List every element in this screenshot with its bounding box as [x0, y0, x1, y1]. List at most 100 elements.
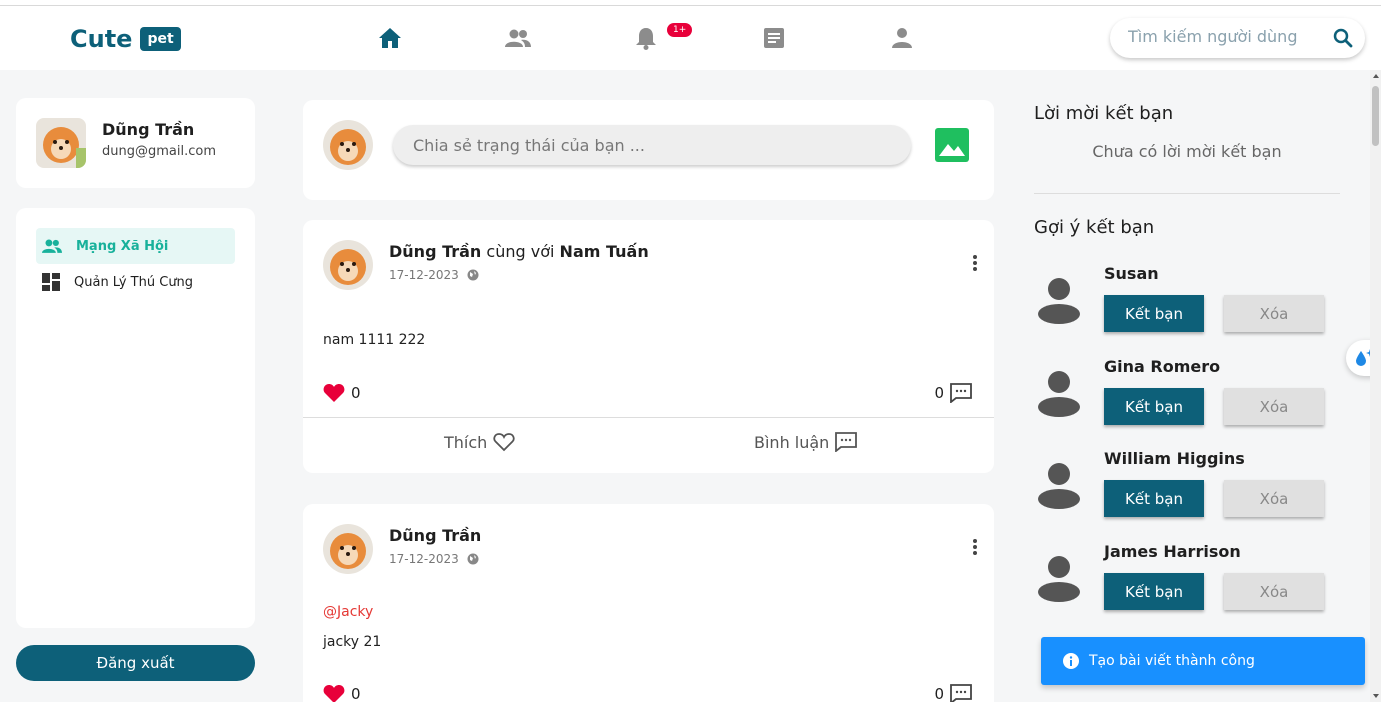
post-author[interactable]: Dũng Trần	[389, 526, 481, 545]
add-friend-button[interactable]: Kết bạn	[1104, 480, 1204, 517]
search-input[interactable]	[1128, 27, 1318, 46]
status-input[interactable]: Chia sẻ trạng thái của bạn ...	[393, 125, 911, 165]
remove-suggestion-button[interactable]: Xóa	[1224, 573, 1324, 610]
post-mention[interactable]: @Jacky	[323, 604, 373, 620]
post-date: 17-12-2023	[389, 552, 479, 566]
logo-badge: pet	[140, 27, 181, 51]
logout-button[interactable]: Đăng xuất	[16, 645, 255, 681]
sidebar-item-pet-management[interactable]: Quản Lý Thú Cưng	[36, 264, 235, 300]
nav-home-icon[interactable]	[377, 25, 403, 51]
remove-suggestion-button[interactable]: Xóa	[1224, 388, 1324, 425]
friend-requests-title: Lời mời kết bạn	[1034, 103, 1174, 124]
comment-button[interactable]: Bình luận	[754, 432, 858, 452]
remove-suggestion-button[interactable]: Xóa	[1224, 295, 1324, 332]
comment-icon	[950, 383, 972, 403]
user-placeholder-icon[interactable]	[1034, 274, 1084, 328]
suggestion-item: Susan Kết bạn Xóa	[1034, 264, 1334, 344]
people-icon	[42, 239, 62, 253]
avatar[interactable]	[323, 240, 373, 290]
avatar	[36, 118, 86, 168]
add-friend-button[interactable]: Kết bạn	[1104, 295, 1204, 332]
info-icon	[1063, 653, 1079, 669]
page-scrollbar[interactable]	[1370, 70, 1381, 702]
divider	[1034, 193, 1340, 194]
divider	[303, 417, 994, 418]
user-search	[1110, 18, 1365, 58]
suggestion-name[interactable]: Gina Romero	[1104, 357, 1220, 376]
add-friend-button[interactable]: Kết bạn	[1104, 573, 1204, 610]
comment-icon	[950, 684, 972, 702]
user-placeholder-icon[interactable]	[1034, 552, 1084, 606]
comment-count-value: 0	[934, 685, 944, 702]
post-content: nam 1111 222	[323, 332, 426, 348]
sidebar-item-label: Mạng Xã Hội	[76, 238, 169, 254]
scroll-down-icon[interactable]	[1373, 694, 1379, 698]
post-author[interactable]: Dũng Trần	[389, 242, 481, 261]
search-icon[interactable]	[1333, 28, 1353, 52]
compose-card: Chia sẻ trạng thái của bạn ...	[303, 100, 994, 200]
suggestion-item: James Harrison Kết bạn Xóa	[1034, 542, 1334, 622]
globe-icon	[467, 269, 479, 281]
post-card: Dũng Trần cùng với Nam Tuấn 17-12-2023 n…	[303, 220, 994, 473]
nav-profile-icon[interactable]	[889, 25, 915, 51]
post-header: Dũng Trần cùng với Nam Tuấn	[389, 242, 649, 261]
comment-count-value: 0	[934, 384, 944, 402]
avatar	[323, 120, 373, 170]
like-button[interactable]: Thích	[444, 432, 515, 452]
profile-card[interactable]: Dũng Trần dung@gmail.com	[16, 98, 255, 188]
post-content: jacky 21	[323, 634, 382, 650]
profile-name: Dũng Trần	[102, 120, 195, 139]
toast-message: Tạo bài viết thành công	[1089, 653, 1255, 669]
image-upload-icon[interactable]	[935, 128, 969, 166]
avatar[interactable]	[323, 524, 373, 574]
user-placeholder-icon[interactable]	[1034, 367, 1084, 421]
friend-requests-empty: Chưa có lời mời kết bạn	[1092, 142, 1282, 161]
sidebar-menu: Mạng Xã Hội Quản Lý Thú Cưng	[16, 208, 255, 628]
comment-count: 0	[934, 383, 972, 403]
scroll-thumb[interactable]	[1372, 86, 1379, 146]
like-label: Thích	[444, 432, 488, 452]
heart-icon	[323, 384, 345, 402]
notification-badge: 1+	[667, 23, 693, 37]
more-options-icon[interactable]	[972, 254, 978, 276]
profile-email: dung@gmail.com	[102, 144, 216, 159]
suggestion-name[interactable]: William Higgins	[1104, 449, 1245, 468]
like-count: 0	[323, 383, 361, 403]
sidebar-item-social[interactable]: Mạng Xã Hội	[36, 228, 235, 264]
post-date: 17-12-2023	[389, 268, 479, 282]
heart-icon	[323, 685, 345, 702]
more-options-icon[interactable]	[972, 538, 978, 560]
logo[interactable]: Cute pet	[70, 25, 181, 53]
like-count-value: 0	[351, 384, 361, 402]
top-navbar: Cute pet 1+	[0, 6, 1381, 70]
comment-count: 0	[934, 684, 972, 702]
suggestion-item: William Higgins Kết bạn Xóa	[1034, 449, 1334, 529]
post-header: Dũng Trần	[389, 526, 481, 545]
comment-label: Bình luận	[754, 432, 830, 452]
post-date-text: 17-12-2023	[389, 552, 459, 566]
suggestion-name[interactable]: Susan	[1104, 264, 1159, 283]
nav-friends-icon[interactable]	[505, 25, 531, 51]
heart-outline-icon	[493, 433, 515, 452]
like-count: 0	[323, 684, 361, 702]
suggestions-title: Gợi ý kết bạn	[1034, 217, 1155, 238]
comment-icon	[835, 432, 858, 452]
post-card: Dũng Trần 17-12-2023 @Jacky jacky 21 0 0	[303, 504, 994, 702]
dashboard-icon	[42, 273, 60, 291]
add-friend-button[interactable]: Kết bạn	[1104, 388, 1204, 425]
suggestion-item: Gina Romero Kết bạn Xóa	[1034, 357, 1334, 437]
like-count-value: 0	[351, 685, 361, 702]
post-tagged-user[interactable]: Nam Tuấn	[560, 242, 649, 261]
post-with-text: cùng với	[486, 242, 555, 261]
nav-news-icon[interactable]	[761, 25, 787, 51]
nav-bell-icon[interactable]	[633, 25, 659, 51]
remove-suggestion-button[interactable]: Xóa	[1224, 480, 1324, 517]
suggestion-name[interactable]: James Harrison	[1104, 542, 1241, 561]
globe-icon	[467, 553, 479, 565]
sidebar-item-label: Quản Lý Thú Cưng	[74, 274, 194, 290]
logo-text: Cute	[70, 25, 133, 53]
user-placeholder-icon[interactable]	[1034, 459, 1084, 513]
success-toast: Tạo bài viết thành công	[1041, 637, 1365, 685]
scroll-up-icon[interactable]	[1373, 74, 1379, 78]
post-date-text: 17-12-2023	[389, 268, 459, 282]
